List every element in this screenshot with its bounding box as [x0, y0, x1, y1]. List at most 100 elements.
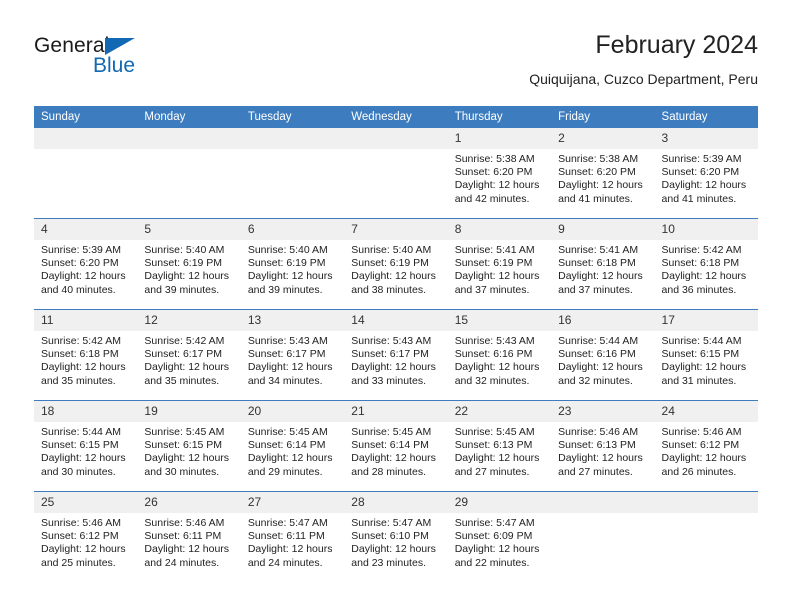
calendar-day-cell[interactable]: 25 Sunrise: 5:46 AM Sunset: 6:12 PM Dayligh… [34, 491, 138, 582]
calendar-day-cell[interactable]: 7 Sunrise: 5:40 AM Sunset: 6:19 PM Daylight… [344, 218, 448, 310]
calendar-cell-inner [654, 492, 758, 582]
day-detail-line: Daylight: 12 hours [661, 361, 747, 374]
calendar-day-cell[interactable]: 8 Sunrise: 5:41 AM Sunset: 6:19 PM Daylight… [447, 218, 552, 310]
day-detail-line: Sunrise: 5:47 AM [351, 517, 432, 529]
day-detail-line: Daylight: 12 hours [351, 270, 436, 283]
calendar-day-cell[interactable]: 6 Sunrise: 5:40 AM Sunset: 6:19 PM Daylight… [240, 218, 345, 310]
calendar-body: 1 Sunrise: 5:38 AM Sunset: 6:20 PM Daylight… [34, 128, 758, 582]
day-number [654, 492, 758, 513]
calendar-cell-inner: 5 Sunrise: 5:40 AM Sunset: 6:19 PM Daylight… [137, 219, 241, 309]
calendar-cell-inner: 15 Sunrise: 5:43 AM Sunset: 6:16 PM Dayligh… [447, 310, 552, 400]
day-number: 18 [34, 401, 138, 422]
calendar-cell-empty [551, 491, 655, 582]
day-detail-lines: Sunrise: 5:38 AM Sunset: 6:20 PM Daylight:… [551, 149, 654, 206]
calendar-day-cell[interactable]: 11 Sunrise: 5:42 AM Sunset: 6:18 PM Dayligh… [34, 309, 138, 401]
day-detail-lines: Sunrise: 5:42 AM Sunset: 6:18 PM Daylight:… [34, 331, 137, 388]
calendar-day-cell[interactable]: 20 Sunrise: 5:45 AM Sunset: 6:14 PM Dayligh… [240, 400, 345, 492]
day-detail-line: Sunrise: 5:47 AM [247, 517, 328, 529]
calendar-day-cell[interactable]: 18 Sunrise: 5:44 AM Sunset: 6:15 PM Dayligh… [34, 400, 138, 492]
calendar-cell-inner: 25 Sunrise: 5:46 AM Sunset: 6:12 PM Dayligh… [34, 492, 138, 582]
calendar-cell-inner: 6 Sunrise: 5:40 AM Sunset: 6:19 PM Daylight… [240, 219, 345, 309]
day-detail-line: Sunrise: 5:46 AM [661, 426, 742, 438]
day-detail-lines: Sunrise: 5:46 AM Sunset: 6:12 PM Daylight:… [655, 422, 758, 479]
day-number: 25 [34, 492, 138, 513]
day-detail-lines: Sunrise: 5:45 AM Sunset: 6:13 PM Daylight:… [448, 422, 551, 479]
calendar-cell-inner [34, 128, 138, 218]
day-detail-lines: Sunrise: 5:40 AM Sunset: 6:19 PM Daylight:… [344, 240, 447, 297]
day-detail-line: Sunrise: 5:46 AM [41, 517, 121, 529]
day-detail-line: and 33 minutes. [351, 374, 426, 387]
calendar-day-cell[interactable]: 13 Sunrise: 5:43 AM Sunset: 6:17 PM Dayligh… [240, 309, 345, 401]
calendar-day-cell[interactable]: 27 Sunrise: 5:47 AM Sunset: 6:11 PM Dayligh… [240, 491, 345, 582]
day-detail-lines: Sunrise: 5:44 AM Sunset: 6:15 PM Daylight:… [655, 331, 758, 388]
calendar-cell-empty [137, 128, 241, 219]
day-detail-lines: Sunrise: 5:39 AM Sunset: 6:20 PM Daylight:… [655, 149, 758, 206]
calendar-cell-inner: 26 Sunrise: 5:46 AM Sunset: 6:11 PM Dayligh… [137, 492, 241, 582]
day-detail-lines: Sunrise: 5:45 AM Sunset: 6:15 PM Daylight:… [137, 422, 240, 479]
day-detail-line: Sunrise: 5:46 AM [558, 426, 639, 438]
day-detail-line: Sunrise: 5:44 AM [558, 335, 639, 347]
day-detail-line: Daylight: 12 hours [454, 361, 540, 374]
calendar-day-cell[interactable]: 9 Sunrise: 5:41 AM Sunset: 6:18 PM Daylight… [551, 218, 655, 310]
day-detail-line: and 37 minutes. [454, 283, 530, 296]
day-detail-line: Daylight: 12 hours [247, 452, 333, 465]
calendar-day-cell[interactable]: 19 Sunrise: 5:45 AM Sunset: 6:15 PM Dayligh… [137, 400, 241, 492]
day-detail-lines: Sunrise: 5:45 AM Sunset: 6:14 PM Daylight:… [344, 422, 447, 479]
calendar-day-cell[interactable]: 12 Sunrise: 5:42 AM Sunset: 6:17 PM Dayligh… [137, 309, 241, 401]
day-number: 9 [551, 219, 655, 240]
calendar-day-cell[interactable]: 24 Sunrise: 5:46 AM Sunset: 6:12 PM Dayligh… [654, 400, 758, 492]
day-detail-line: and 32 minutes. [454, 374, 530, 387]
calendar-day-cell[interactable]: 21 Sunrise: 5:45 AM Sunset: 6:14 PM Dayligh… [344, 400, 448, 492]
day-detail-line: Sunset: 6:14 PM [247, 439, 326, 452]
calendar-day-cell[interactable]: 10 Sunrise: 5:42 AM Sunset: 6:18 PM Dayligh… [654, 218, 758, 310]
day-detail-lines: Sunrise: 5:40 AM Sunset: 6:19 PM Daylight:… [137, 240, 240, 297]
day-detail-line: Sunrise: 5:40 AM [247, 244, 328, 256]
calendar-day-cell[interactable]: 15 Sunrise: 5:43 AM Sunset: 6:16 PM Dayligh… [447, 309, 552, 401]
calendar-day-cell[interactable]: 17 Sunrise: 5:44 AM Sunset: 6:15 PM Dayligh… [654, 309, 758, 401]
day-detail-line: Sunrise: 5:41 AM [558, 244, 639, 256]
calendar-day-cell[interactable]: 23 Sunrise: 5:46 AM Sunset: 6:13 PM Dayligh… [551, 400, 655, 492]
calendar-day-cell[interactable]: 22 Sunrise: 5:45 AM Sunset: 6:13 PM Dayligh… [447, 400, 552, 492]
day-detail-line: Daylight: 12 hours [351, 452, 436, 465]
calendar-day-cell[interactable]: 28 Sunrise: 5:47 AM Sunset: 6:10 PM Dayligh… [344, 491, 448, 582]
day-detail-line: Sunset: 6:13 PM [454, 439, 533, 452]
day-detail-line: and 31 minutes. [661, 374, 737, 387]
day-detail-line: and 35 minutes. [41, 374, 116, 387]
calendar-day-cell[interactable]: 26 Sunrise: 5:46 AM Sunset: 6:11 PM Dayligh… [137, 491, 241, 582]
brand-logo[interactable]: General Blue [34, 34, 234, 84]
calendar-day-cell[interactable]: 1 Sunrise: 5:38 AM Sunset: 6:20 PM Daylight… [447, 128, 552, 219]
calendar-day-cell[interactable]: 16 Sunrise: 5:44 AM Sunset: 6:16 PM Dayligh… [551, 309, 655, 401]
day-number [344, 128, 448, 149]
weekday-header-friday: Friday [551, 106, 655, 128]
day-detail-line: Sunrise: 5:44 AM [41, 426, 121, 438]
calendar-day-cell[interactable]: 2 Sunrise: 5:38 AM Sunset: 6:20 PM Daylight… [551, 128, 655, 219]
day-detail-line: Sunrise: 5:38 AM [454, 153, 535, 165]
calendar-week-row: 4 Sunrise: 5:39 AM Sunset: 6:20 PM Daylight… [34, 218, 758, 310]
day-number: 8 [447, 219, 552, 240]
day-detail-line: Sunrise: 5:41 AM [454, 244, 535, 256]
calendar-cell-inner: 1 Sunrise: 5:38 AM Sunset: 6:20 PM Daylight… [447, 128, 552, 218]
day-detail-line: and 22 minutes. [454, 556, 530, 569]
day-number: 6 [240, 219, 345, 240]
calendar-cell-inner: 8 Sunrise: 5:41 AM Sunset: 6:19 PM Daylight… [447, 219, 552, 309]
day-detail-line: and 23 minutes. [351, 556, 426, 569]
calendar-day-cell[interactable]: 29 Sunrise: 5:47 AM Sunset: 6:09 PM Dayligh… [447, 491, 552, 582]
weekday-header-tuesday: Tuesday [240, 106, 345, 128]
day-number: 1 [447, 128, 552, 149]
day-detail-line: Sunset: 6:20 PM [454, 166, 533, 179]
day-detail-line: and 28 minutes. [351, 465, 426, 478]
weekday-header-row: Sunday Monday Tuesday Wednesday Thursday… [34, 106, 758, 128]
calendar-day-cell[interactable]: 5 Sunrise: 5:40 AM Sunset: 6:19 PM Daylight… [137, 218, 241, 310]
calendar-day-cell[interactable]: 4 Sunrise: 5:39 AM Sunset: 6:20 PM Daylight… [34, 218, 138, 310]
day-detail-line: Sunrise: 5:42 AM [661, 244, 742, 256]
calendar-cell-inner: 7 Sunrise: 5:40 AM Sunset: 6:19 PM Daylight… [344, 219, 448, 309]
calendar-day-cell[interactable]: 3 Sunrise: 5:39 AM Sunset: 6:20 PM Daylight… [654, 128, 758, 219]
day-detail-line: and 34 minutes. [247, 374, 323, 387]
day-detail-lines: Sunrise: 5:45 AM Sunset: 6:14 PM Daylight:… [241, 422, 344, 479]
day-detail-line: Sunrise: 5:42 AM [41, 335, 121, 347]
day-detail-line: Sunrise: 5:47 AM [454, 517, 535, 529]
calendar-week-row: 25 Sunrise: 5:46 AM Sunset: 6:12 PM Dayligh… [34, 491, 758, 582]
calendar-day-cell[interactable]: 14 Sunrise: 5:43 AM Sunset: 6:17 PM Dayligh… [344, 309, 448, 401]
day-detail-line: Daylight: 12 hours [558, 179, 643, 192]
day-detail-line: Daylight: 12 hours [41, 361, 126, 374]
